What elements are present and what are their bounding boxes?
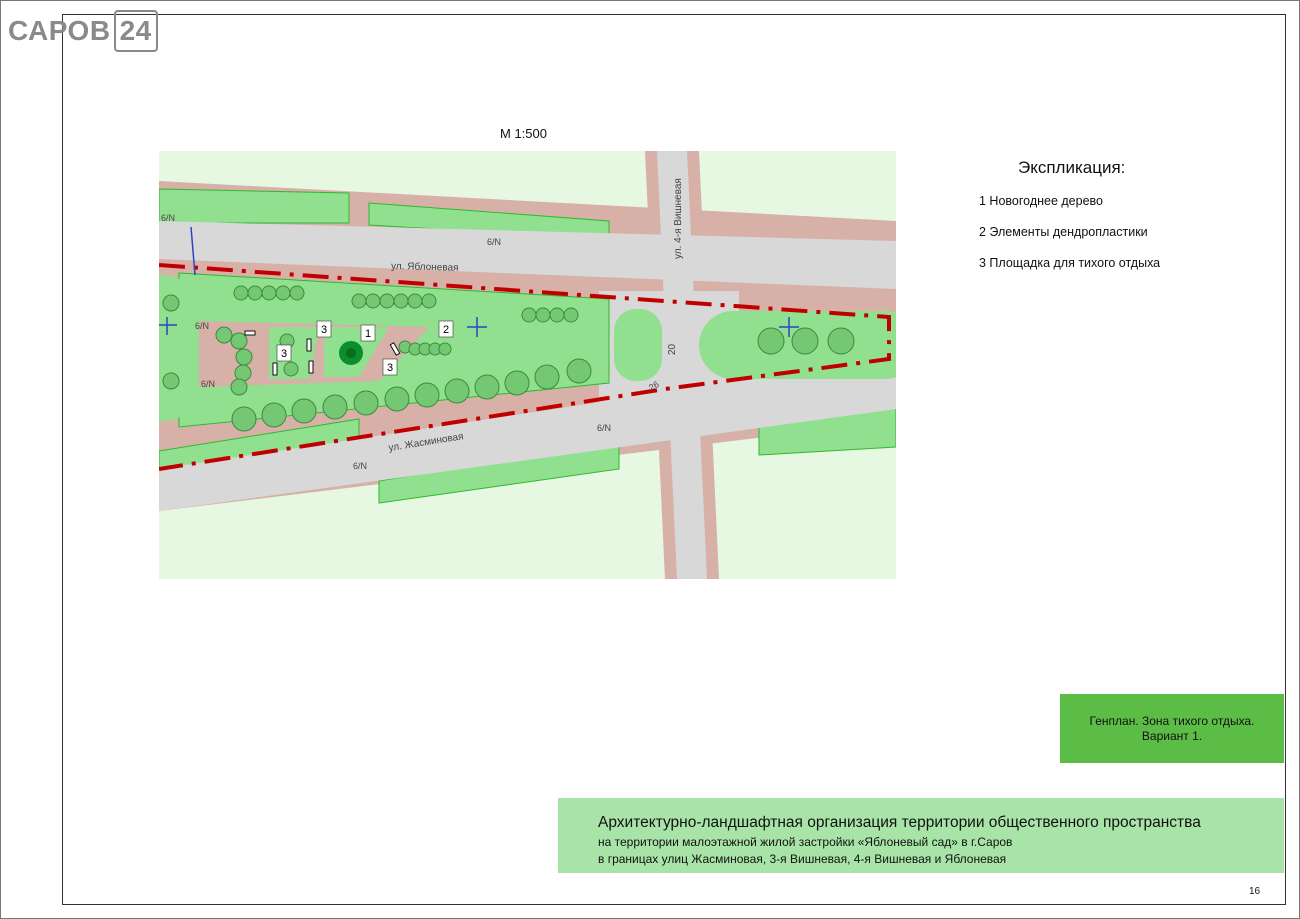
utility-label: 6/N — [353, 461, 367, 471]
tree — [444, 378, 470, 404]
tree — [521, 307, 537, 323]
tree — [384, 386, 410, 412]
tree — [563, 307, 579, 323]
tree — [275, 285, 291, 301]
tree — [231, 406, 257, 432]
tree — [283, 361, 299, 377]
tree — [365, 293, 381, 309]
tree — [393, 293, 409, 309]
tree — [162, 294, 180, 312]
tree — [421, 293, 437, 309]
tree-center — [346, 348, 356, 358]
utility-label: 6/N — [201, 379, 215, 389]
logo-number-box: 24 — [113, 10, 158, 52]
tree — [233, 285, 249, 301]
dimension-label: 20 — [667, 343, 678, 355]
sheet-title-box: Генплан. Зона тихого отдыха. Вариант 1. — [1060, 694, 1284, 763]
bench — [244, 330, 256, 336]
bench — [306, 338, 312, 352]
tree — [247, 285, 263, 301]
utility-label: 6/N — [161, 213, 175, 223]
street-label-vishnevaya: ул. 4-я Вишневая — [673, 178, 684, 259]
new-year-tree — [339, 341, 363, 365]
site-plan: ул. Яблоневая ул. Жасминовая ул. 4-я Виш… — [159, 151, 896, 579]
scale-label: М 1:500 — [500, 126, 547, 141]
sheet-title-line1: Генплан. Зона тихого отдыха. — [1089, 713, 1255, 728]
callout-1-number: 1 — [365, 328, 371, 340]
callout-2: 2 — [438, 320, 454, 338]
tree — [322, 394, 348, 420]
sarov24-logo: САРОВ 24 — [8, 10, 158, 52]
utility-label: 6/N — [597, 423, 611, 433]
legend-item-3: 3 Площадка для тихого отдыха — [979, 256, 1161, 270]
callout-3-number: 3 — [321, 324, 327, 336]
sheet-title-line2: Вариант 1. — [1141, 728, 1203, 743]
legend-item-2: 2 Элементы дендропластики — [979, 225, 1148, 239]
tree — [353, 390, 379, 416]
tree — [827, 327, 855, 355]
tree — [289, 285, 305, 301]
tree — [261, 285, 277, 301]
tree — [162, 372, 180, 390]
east-island-lawn — [614, 309, 662, 381]
callout-3-number: 3 — [387, 362, 393, 374]
utility-label: 6/N — [487, 237, 501, 247]
tree — [379, 293, 395, 309]
tree — [474, 374, 500, 400]
tree — [234, 364, 252, 382]
logo-text: САРОВ — [8, 15, 111, 46]
bench — [272, 362, 278, 376]
tree — [535, 307, 551, 323]
project-subtitle-line3: в границах улиц Жасминовая, 3-я Вишневая… — [598, 852, 1007, 866]
tree — [351, 293, 367, 309]
tree — [534, 364, 560, 390]
page-number: 16 — [1249, 886, 1261, 897]
legend-title: Экспликация: — [1018, 158, 1126, 177]
callout-3-number: 3 — [281, 348, 287, 360]
tree — [566, 358, 592, 384]
tree — [230, 378, 248, 396]
tree — [215, 326, 233, 344]
tree — [235, 348, 253, 366]
tree — [261, 402, 287, 428]
callout-2-number: 2 — [443, 324, 449, 336]
tree — [757, 327, 785, 355]
callout-1: 1 — [360, 324, 376, 342]
project-title: Архитектурно-ландшафтная организация тер… — [598, 814, 1201, 831]
legend-item-1: 1 Новогоднее дерево — [979, 194, 1103, 208]
dendroplastic-elements — [398, 340, 452, 356]
tree — [549, 307, 565, 323]
tree — [291, 398, 317, 424]
project-subtitle-line2: на территории малоэтажной жилой застройк… — [598, 835, 1013, 849]
bench — [308, 360, 314, 374]
lawn-strip — [159, 188, 350, 224]
tree — [414, 382, 440, 408]
tree — [504, 370, 530, 396]
project-title-box: Архитектурно-ландшафтная организация тер… — [558, 798, 1284, 873]
tree — [438, 342, 452, 356]
tree — [407, 293, 423, 309]
tree — [791, 327, 819, 355]
street-label-yablonevaya: ул. Яблоневая — [391, 260, 459, 274]
utility-label: 6/N — [195, 321, 209, 331]
